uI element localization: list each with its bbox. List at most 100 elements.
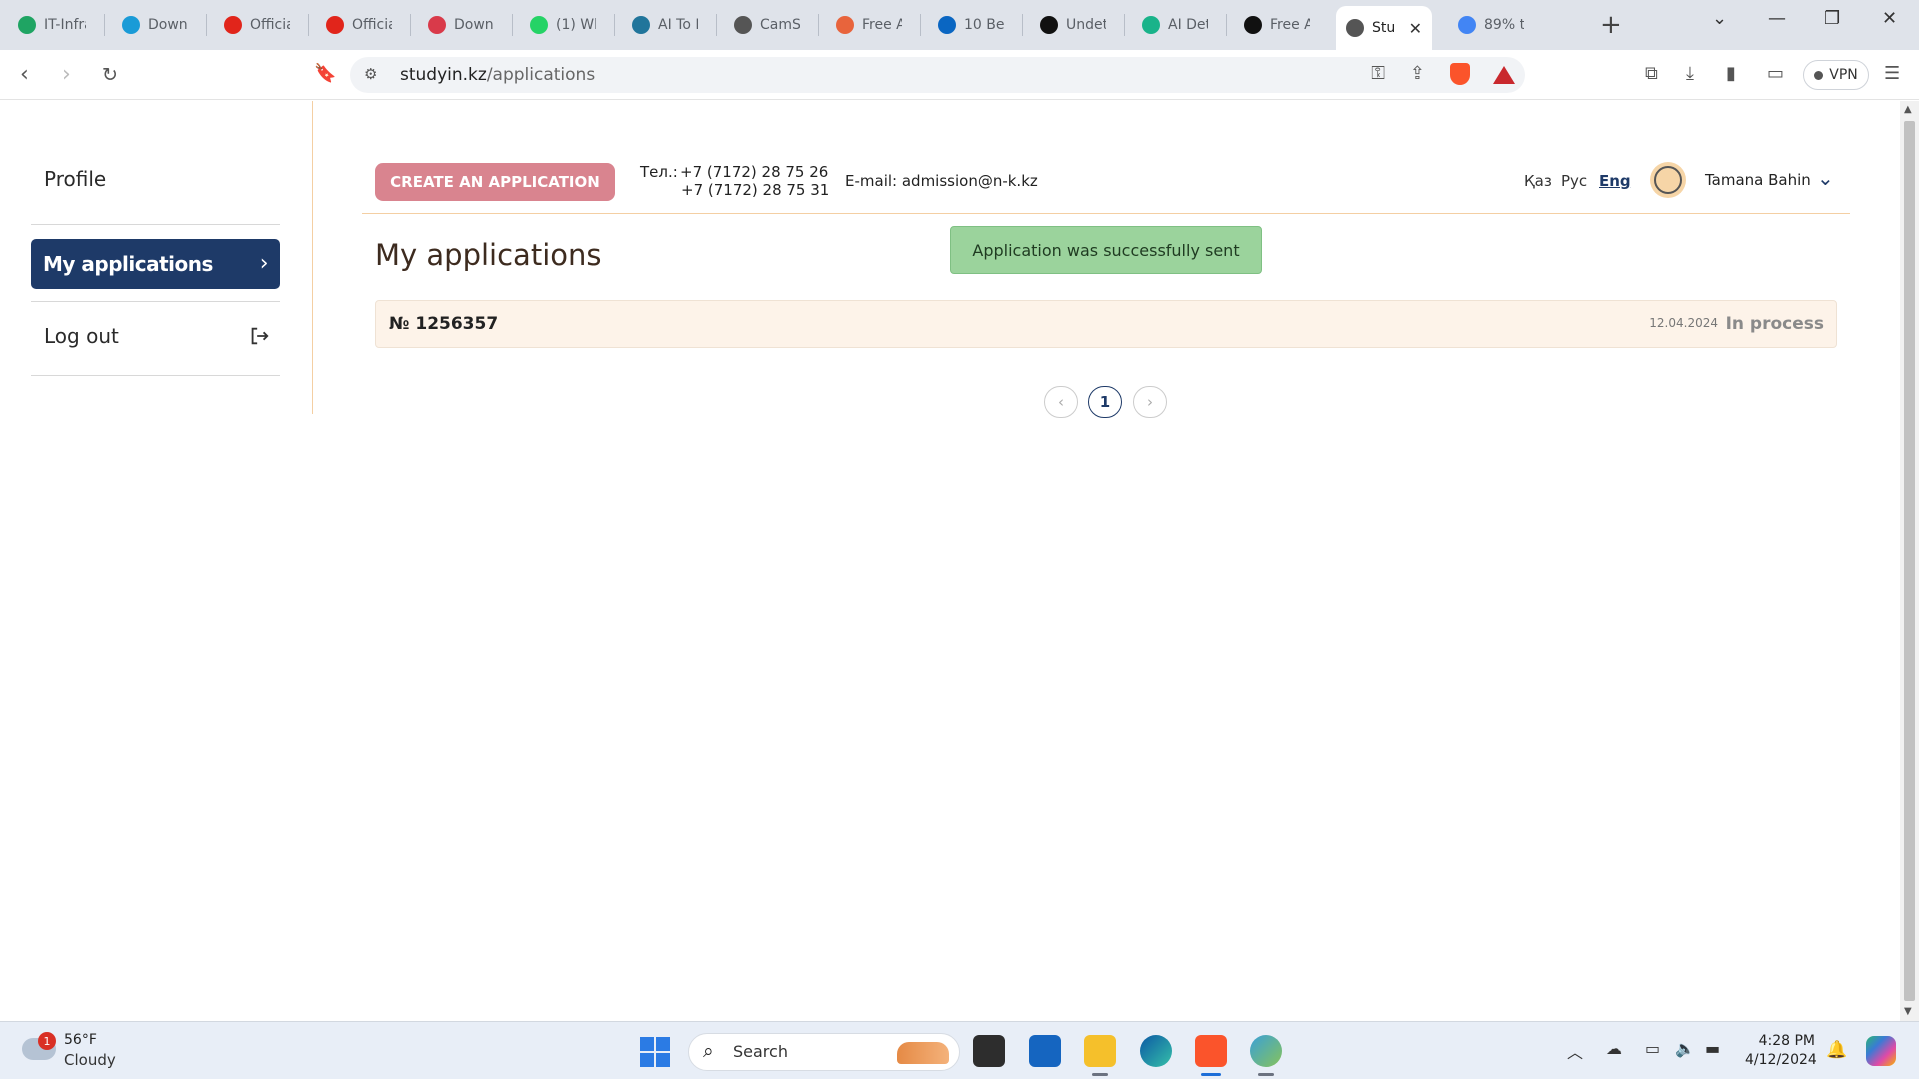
browser-tab[interactable]: Official [316, 8, 402, 42]
tab-search-chevron-icon[interactable]: ⌄ [1712, 8, 1727, 29]
globe-icon [1346, 19, 1364, 37]
notification-bell-icon[interactable]: 🔔 [1826, 1040, 1847, 1060]
browser-tab[interactable]: Downlo [112, 8, 198, 42]
application-date: 12.04.2024 [1649, 316, 1718, 330]
file-explorer-icon[interactable] [1084, 1035, 1116, 1076]
browser-tab[interactable]: Undete [1030, 8, 1116, 42]
copilot-icon[interactable] [1866, 1036, 1896, 1066]
tab-separator [614, 14, 615, 36]
browser-tab[interactable]: Stu ✕ [1336, 6, 1432, 50]
phone-label: Тел.: [640, 163, 678, 181]
tab-separator [206, 14, 207, 36]
minimize-icon[interactable]: — [1768, 8, 1786, 29]
browser-tab[interactable]: 10 Best [928, 8, 1014, 42]
system-clock[interactable]: 4:28 PM 4/12/2024 [1745, 1032, 1817, 1070]
onedrive-icon[interactable]: ☁ [1606, 1039, 1622, 1058]
page-scrollbar[interactable]: ▲ ▼ [1900, 101, 1919, 1021]
close-tab-icon[interactable]: ✕ [1409, 19, 1422, 38]
sidebar-divider [31, 301, 280, 302]
create-application-button[interactable]: CREATE AN APPLICATION [375, 163, 615, 201]
globe-icon [734, 16, 752, 34]
browser-tab[interactable]: Free AI [826, 8, 912, 42]
undetectable-icon [1040, 16, 1058, 34]
clock-date: 4/12/2024 [1745, 1052, 1817, 1068]
vpn-status-icon [1814, 70, 1824, 80]
tray-chevron-icon[interactable]: ︿ [1567, 1039, 1583, 1063]
tab-separator [104, 14, 105, 36]
share-icon[interactable]: ⇪ [1410, 63, 1425, 84]
new-tab-button[interactable]: + [1600, 10, 1622, 40]
sidebar-toggle-icon[interactable]: ▮ [1726, 63, 1736, 84]
scrollbar-thumb[interactable] [1904, 121, 1915, 1001]
bookmark-icon[interactable]: 🔖 [314, 63, 336, 84]
lang-eng[interactable]: Eng [1599, 172, 1631, 190]
reload-icon[interactable]: ↻ [102, 64, 118, 86]
store-icon[interactable] [1029, 1035, 1061, 1067]
address-bar[interactable]: ⚙ studyin.kz/applications ⚿ ⇪ [350, 57, 1525, 93]
back-icon[interactable]: ‹ [20, 62, 29, 87]
avatar[interactable] [1650, 162, 1686, 198]
key-icon[interactable]: ⚿ [1371, 63, 1385, 84]
tab-separator [512, 14, 513, 36]
pagination-prev-button[interactable]: ‹ [1044, 386, 1078, 418]
sidebar-item-profile[interactable]: Profile [31, 161, 280, 205]
task-view-icon[interactable] [973, 1035, 1005, 1067]
close-window-icon[interactable]: ✕ [1882, 8, 1897, 29]
menu-icon[interactable]: ☰ [1884, 63, 1900, 84]
application-status: In process [1725, 314, 1824, 334]
tab-separator [1124, 14, 1125, 36]
forward-icon[interactable]: › [62, 62, 71, 87]
site-settings-icon[interactable]: ⚙ [364, 65, 377, 83]
extensions-icon[interactable]: ⧉ [1645, 63, 1658, 84]
user-icon [1654, 166, 1682, 194]
user-name[interactable]: Tamana Bahin [1705, 171, 1811, 189]
browser-tab[interactable]: AI Dete [1132, 8, 1218, 42]
scroll-down-icon[interactable]: ▼ [1904, 1006, 1912, 1017]
tab-separator [920, 14, 921, 36]
app-icon[interactable] [1250, 1035, 1282, 1076]
header-divider [362, 213, 1850, 214]
lang-kaz[interactable]: Қаз [1524, 172, 1552, 190]
application-row[interactable]: № 1256357 12.04.2024 In process [375, 300, 1837, 348]
adobe-icon [224, 16, 242, 34]
browser-tab[interactable]: IT-Infra [8, 8, 96, 42]
clock-time: 4:28 PM [1758, 1033, 1815, 1049]
pagination-next-button[interactable]: › [1133, 386, 1167, 418]
brave-icon[interactable] [1195, 1035, 1227, 1076]
browser-tab[interactable]: Downlo [418, 8, 504, 42]
lang-rus[interactable]: Рус [1561, 172, 1587, 190]
browser-tab[interactable]: Free AI [1234, 8, 1320, 42]
volume-icon[interactable]: 🔈 [1675, 1039, 1695, 1058]
wallet-icon[interactable]: ▭ [1767, 63, 1784, 84]
tab-label: (1) Wha [556, 17, 596, 33]
search-highlight-icon [897, 1042, 949, 1064]
tab-label: 10 Best [964, 17, 1004, 33]
address-toolbar: ‹ › ↻ 🔖 ⚙ studyin.kz/applications ⚿ ⇪ ⧉ … [0, 50, 1919, 100]
tab-label: AI To H [658, 17, 698, 33]
edge-icon[interactable] [1140, 1035, 1172, 1067]
sidebar-item-my-applications[interactable]: My applications › [31, 239, 280, 289]
brave-rewards-icon[interactable] [1493, 66, 1515, 84]
browser-tab[interactable]: (1) Wha [520, 8, 606, 42]
weather-badge: 1 [38, 1032, 56, 1050]
browser-tab[interactable]: Official [214, 8, 300, 42]
taskbar-search[interactable]: ⌕ Search [688, 1033, 960, 1071]
brave-shields-icon[interactable] [1450, 63, 1470, 85]
downloads-icon[interactable]: ⤓ [1686, 63, 1694, 84]
browser-tab[interactable]: 89% to [1448, 8, 1534, 42]
chevron-down-icon[interactable]: ⌄ [1817, 166, 1834, 190]
url-text[interactable]: studyin.kz/applications [400, 65, 595, 85]
pagination-page-1[interactable]: 1 [1088, 386, 1122, 418]
phone-numbers: Тел.: +7 (7172) 28 75 26 +7 (7172) 28 75 … [640, 163, 829, 199]
browser-tab[interactable]: AI To H [622, 8, 708, 42]
scroll-up-icon[interactable]: ▲ [1904, 104, 1912, 115]
battery-icon[interactable]: ▬ [1705, 1039, 1720, 1058]
restore-icon[interactable]: ❐ [1824, 8, 1840, 29]
sidebar-item-logout[interactable]: Log out [31, 311, 280, 361]
tab-separator [716, 14, 717, 36]
network-icon[interactable]: ▭ [1645, 1039, 1660, 1058]
temperature: 56°F [64, 1032, 97, 1048]
windows-start-icon[interactable] [640, 1037, 670, 1067]
browser-tab[interactable]: CamSc [724, 8, 810, 42]
vpn-button[interactable]: VPN [1803, 60, 1869, 90]
